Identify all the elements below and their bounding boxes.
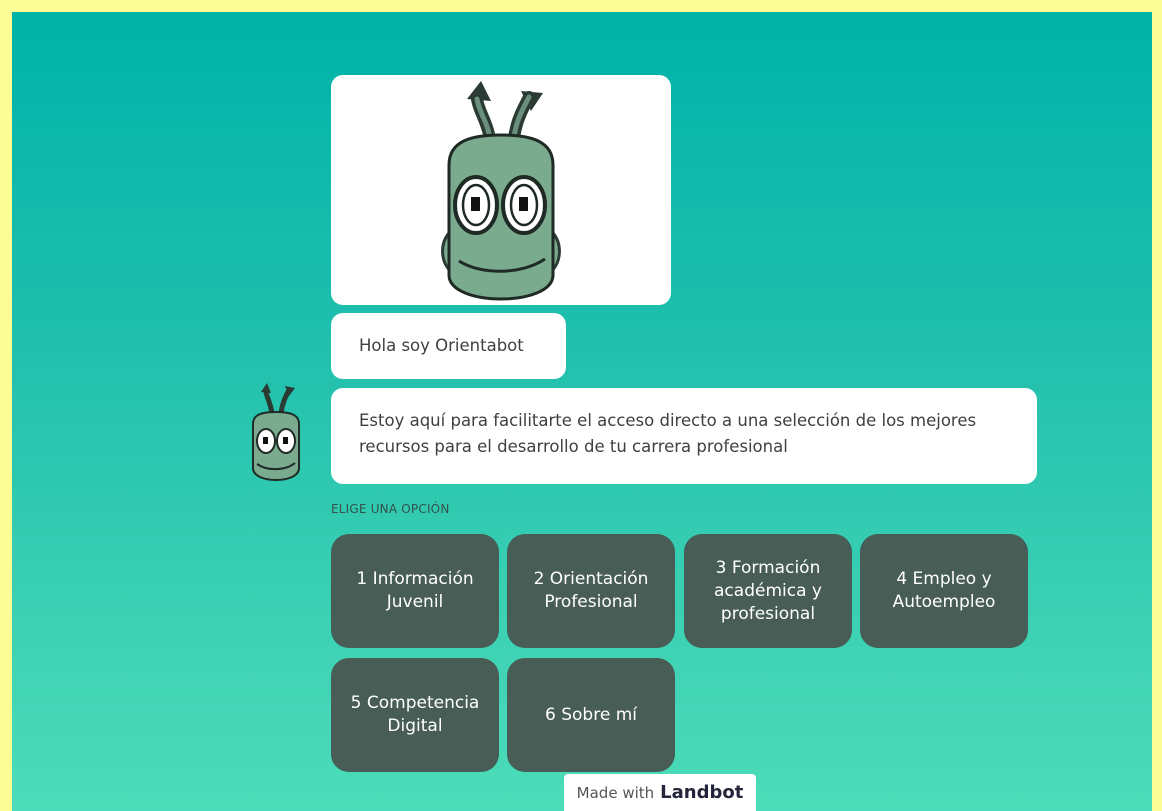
option-orientacion-profesional-button[interactable]: 2 Orientación Profesional	[507, 534, 675, 648]
orientabot-robot-icon	[441, 81, 561, 301]
intro-message: Estoy aquí para facilitarte el acceso di…	[331, 388, 1037, 484]
bot-image-bubble	[331, 75, 671, 305]
chat-window: Hola soy Orientabot Estoy aquí para faci…	[12, 12, 1152, 811]
option-informacion-juvenil-button[interactable]: 1 Información Juvenil	[331, 534, 499, 648]
option-sobre-mi-button[interactable]: 6 Sobre mí	[507, 658, 675, 772]
choose-option-label: ELIGE UNA OPCIÓN	[331, 502, 450, 516]
option-empleo-button[interactable]: 4 Empleo y Autoempleo	[860, 534, 1028, 648]
made-with-label: Made with	[576, 783, 655, 802]
greeting-message: Hola soy Orientabot	[331, 313, 566, 379]
option-formacion-button[interactable]: 3 Formación académica y profesional	[684, 534, 852, 648]
option-competencia-digital-button[interactable]: 5 Competencia Digital	[331, 658, 499, 772]
orientabot-avatar-icon	[252, 383, 300, 482]
landbot-brand: Landbot	[660, 782, 744, 803]
made-with-landbot-badge[interactable]: Made with Landbot	[564, 774, 756, 811]
